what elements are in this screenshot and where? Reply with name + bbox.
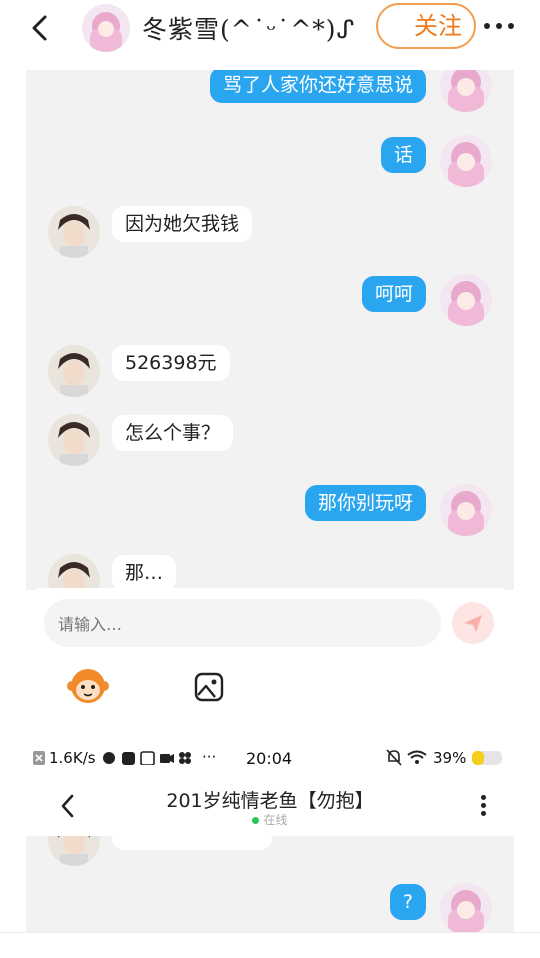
contact-avatar[interactable]: [48, 345, 100, 397]
follow-button[interactable]: 关注: [376, 3, 476, 49]
online-status: 在线: [0, 811, 540, 828]
my-avatar[interactable]: [440, 484, 492, 536]
clock: 20:04: [246, 749, 293, 768]
message-bubble-in[interactable]: 526398元: [112, 345, 230, 381]
status-bar: 1.6K/s ··· 20:04 39%: [0, 742, 540, 772]
message-bubble-out[interactable]: 话: [380, 137, 426, 173]
chevron-left-icon: [32, 15, 47, 41]
contact-avatar[interactable]: [82, 4, 130, 52]
chat-title: 201岁纯情老鱼【勿抱】: [166, 790, 374, 812]
mute-bell-icon: [386, 749, 402, 766]
battery-percent: 39%: [433, 749, 467, 767]
message-list-2[interactable]: ?: [26, 836, 514, 936]
message-input[interactable]: [56, 599, 420, 649]
image-icon: [194, 672, 224, 702]
wifi-icon: [407, 750, 427, 764]
sticker-button[interactable]: [66, 666, 110, 706]
message-bubble-out[interactable]: 骂了人家你还好意思说: [209, 70, 426, 103]
more-options-button-2[interactable]: [474, 793, 494, 819]
contact-nickname: 冬紫雪(^˙ᵕ˙^*)ᔑ: [142, 15, 356, 44]
monkey-sticker-icon: [67, 669, 109, 703]
message-bubble-out[interactable]: ?: [389, 884, 426, 920]
message-list[interactable]: 骂了人家你还好意思说 话 因为她欠我钱 呵呵 526398元 怎么个事？ 那你别…: [26, 70, 514, 590]
composer-2: [0, 932, 540, 958]
contact-avatar[interactable]: [48, 206, 100, 258]
my-avatar[interactable]: [440, 70, 492, 112]
no-sim-icon: [33, 751, 45, 765]
message-bubble-out[interactable]: 那你别玩呀: [304, 485, 426, 521]
contact-avatar[interactable]: [48, 554, 100, 590]
status-overflow-dots: ···: [202, 748, 217, 766]
app-notification-icons: [103, 751, 191, 765]
message-bubble-in[interactable]: 那…: [112, 555, 177, 590]
my-avatar[interactable]: [440, 135, 492, 187]
more-options-button[interactable]: [476, 0, 540, 52]
message-bubble-in[interactable]: 因为她欠我钱: [112, 206, 253, 242]
network-speed: 1.6K/s: [49, 749, 96, 767]
message-bubble-out[interactable]: 呵呵: [361, 276, 426, 312]
contact-avatar[interactable]: [48, 414, 100, 466]
message-input-box[interactable]: [44, 599, 441, 649]
my-avatar[interactable]: [440, 883, 492, 935]
image-button[interactable]: [193, 671, 225, 703]
contact-avatar[interactable]: [48, 836, 100, 866]
send-icon: [464, 615, 482, 632]
battery-icon: [472, 751, 502, 765]
my-avatar[interactable]: [440, 274, 492, 326]
online-dot: [252, 817, 260, 824]
message-bubble-in[interactable]: [112, 836, 272, 850]
message-bubble-in[interactable]: 怎么个事？: [112, 415, 234, 451]
send-button[interactable]: [452, 602, 494, 644]
back-button[interactable]: [28, 12, 52, 44]
